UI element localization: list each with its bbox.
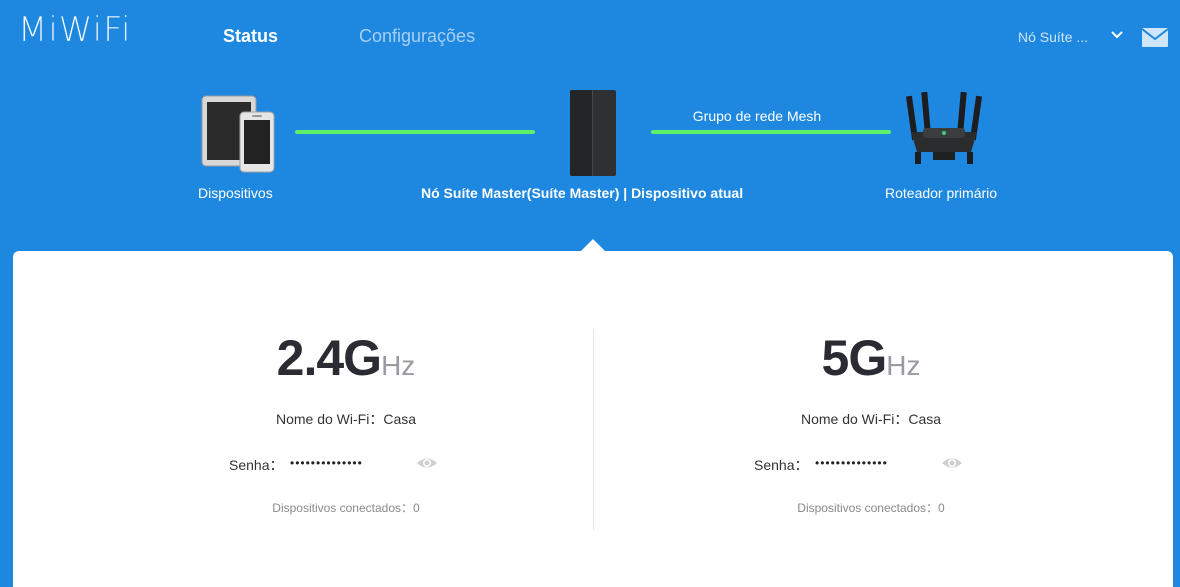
password-field: •••••••••••••• xyxy=(815,456,888,470)
password-label: Senha： xyxy=(229,457,284,473)
password-label: Senha： xyxy=(754,457,809,473)
chevron-down-icon[interactable] xyxy=(1109,27,1125,43)
band-5ghz: 5GHz Nome do Wi-Fi：Casa Senha： •••••••••… xyxy=(671,329,1071,516)
current-node-label: Nó Suíte Master(Suíte Master) | Disposit… xyxy=(421,185,744,201)
devices-icon[interactable] xyxy=(200,94,278,174)
tab-configuracoes[interactable]: Configurações xyxy=(359,26,475,47)
password-row: Senha： •••••••••••••• xyxy=(671,455,1071,475)
band-divider xyxy=(593,329,594,531)
password-row: Senha： •••••••••••••• xyxy=(146,455,546,475)
connected-devices: Dispositivos conectados：0 xyxy=(797,501,945,515)
password-field: •••••••••••••• xyxy=(290,456,363,470)
wifi-name-row: Nome do Wi-Fi：Casa xyxy=(800,411,942,427)
panel-pointer xyxy=(581,239,605,251)
connected-devices: Dispositivos conectados：0 xyxy=(272,501,420,515)
band-frequency: 5GHz xyxy=(821,330,921,386)
wifi-name-row: Nome do Wi-Fi：Casa xyxy=(275,411,417,427)
band-frequency: 2.4GHz xyxy=(276,330,416,386)
miwifi-logo: MiWiFi xyxy=(18,10,132,50)
wifi-status-panel: 2.4GHz Nome do Wi-Fi：Casa Senha： •••••••… xyxy=(13,251,1173,587)
devices-label: Dispositivos xyxy=(198,185,273,201)
band-24ghz: 2.4GHz Nome do Wi-Fi：Casa Senha： •••••••… xyxy=(146,329,546,516)
tab-status[interactable]: Status xyxy=(223,26,278,47)
eye-icon[interactable] xyxy=(941,455,963,471)
router-icon[interactable] xyxy=(905,90,983,170)
mesh-group-label: Grupo de rede Mesh xyxy=(692,108,822,124)
node-selector[interactable]: Nó Suíte ... xyxy=(1018,29,1088,45)
mail-icon[interactable] xyxy=(1142,28,1168,47)
device-link-line xyxy=(295,130,535,134)
eye-icon[interactable] xyxy=(416,455,438,471)
mesh-link-line xyxy=(651,130,891,134)
primary-router-label: Roteador primário xyxy=(885,185,998,201)
mesh-node-icon[interactable] xyxy=(566,88,620,178)
